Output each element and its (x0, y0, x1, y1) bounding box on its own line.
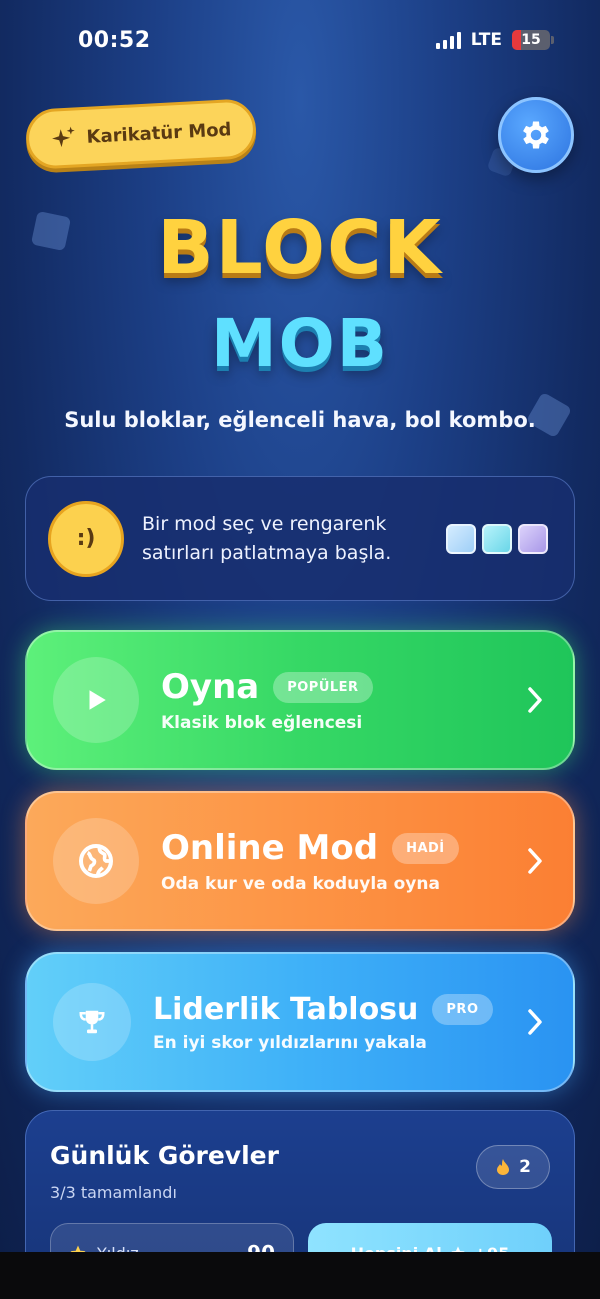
globe-icon-circle (53, 818, 139, 904)
star-icon (70, 1245, 86, 1252)
mini-block (518, 523, 548, 554)
star-task-label: Yıldız (97, 1244, 139, 1253)
star-task: Yıldız 90 (50, 1223, 294, 1252)
sparkle-icon (51, 126, 75, 148)
chevron-right-icon (528, 848, 542, 874)
leaderboard-button[interactable]: Liderlik Tablosu PRO En iyi skor yıldızl… (25, 952, 575, 1092)
claim-all-button[interactable]: Hepsini Al +95 (308, 1223, 552, 1252)
gear-icon (523, 121, 549, 149)
leaderboard-badge: PRO (432, 993, 493, 1025)
trophy-icon (79, 1010, 105, 1034)
chevron-right-icon (528, 687, 542, 713)
logo-block: BLOCK (157, 205, 443, 291)
star-task-points: 90 (247, 1241, 275, 1252)
signal-icon (435, 31, 461, 49)
battery-icon: 15 (512, 30, 554, 50)
online-subtitle: Oda kur ve oda koduyla oyna (161, 874, 440, 894)
streak-count: 2 (519, 1157, 531, 1177)
info-text: Bir mod seç ve rengarenk satırları patla… (142, 512, 392, 564)
daily-tasks-card: Günlük Görevler 3/3 tamamlandı 2 Yıldız … (25, 1110, 575, 1252)
tagline: Sulu bloklar, eğlenceli hava, bol kombo. (64, 408, 536, 432)
logo-mob: MOB (210, 305, 390, 382)
mini-block (446, 523, 476, 554)
status-icons: LTE 15 (435, 30, 554, 50)
smiley-icon: :) (48, 500, 124, 577)
play-badge: POPÜLER (273, 671, 373, 703)
play-button[interactable]: Oyna POPÜLER Klasik blok eğlencesi (25, 630, 575, 770)
play-subtitle: Klasik blok eğlencesi (161, 713, 363, 733)
leaderboard-subtitle: En iyi skor yıldızlarını yakala (153, 1032, 427, 1053)
app-screen: 00:52 LTE 15 Karikatür Mod BLOCK MOB Sul… (0, 0, 600, 1252)
globe-icon (79, 844, 113, 878)
cartoon-mode-button[interactable]: Karikatür Mod (24, 98, 258, 170)
online-badge: HADİ (392, 832, 459, 864)
play-icon-circle (53, 657, 139, 743)
cartoon-mode-label: Karikatür Mod (86, 118, 232, 148)
daily-tasks-progress: 3/3 tamamlandı (50, 1183, 177, 1202)
claim-all-label: Hepsini Al (351, 1244, 442, 1253)
trophy-icon-circle (53, 983, 131, 1061)
play-title: Oyna (161, 667, 260, 707)
status-time: 00:52 (78, 28, 151, 53)
mini-block (482, 523, 512, 554)
online-title: Online Mod (161, 828, 379, 868)
play-icon (89, 690, 106, 710)
chevron-right-icon (528, 1009, 542, 1035)
flame-icon (497, 1159, 510, 1175)
mini-blocks (446, 523, 548, 554)
leaderboard-title: Liderlik Tablosu (153, 991, 419, 1027)
star-icon (451, 1246, 465, 1252)
claim-all-points: +95 (474, 1244, 510, 1253)
battery-level: 15 (521, 32, 541, 48)
network-label: LTE (470, 30, 502, 50)
streak-badge: 2 (476, 1145, 550, 1189)
bottom-bar (0, 1252, 600, 1299)
info-card: :) Bir mod seç ve rengarenk satırları pa… (25, 476, 575, 601)
settings-button[interactable] (498, 97, 574, 173)
online-mode-button[interactable]: Online Mod HADİ Oda kur ve oda koduyla o… (25, 791, 575, 931)
daily-tasks-title: Günlük Görevler (50, 1141, 279, 1170)
